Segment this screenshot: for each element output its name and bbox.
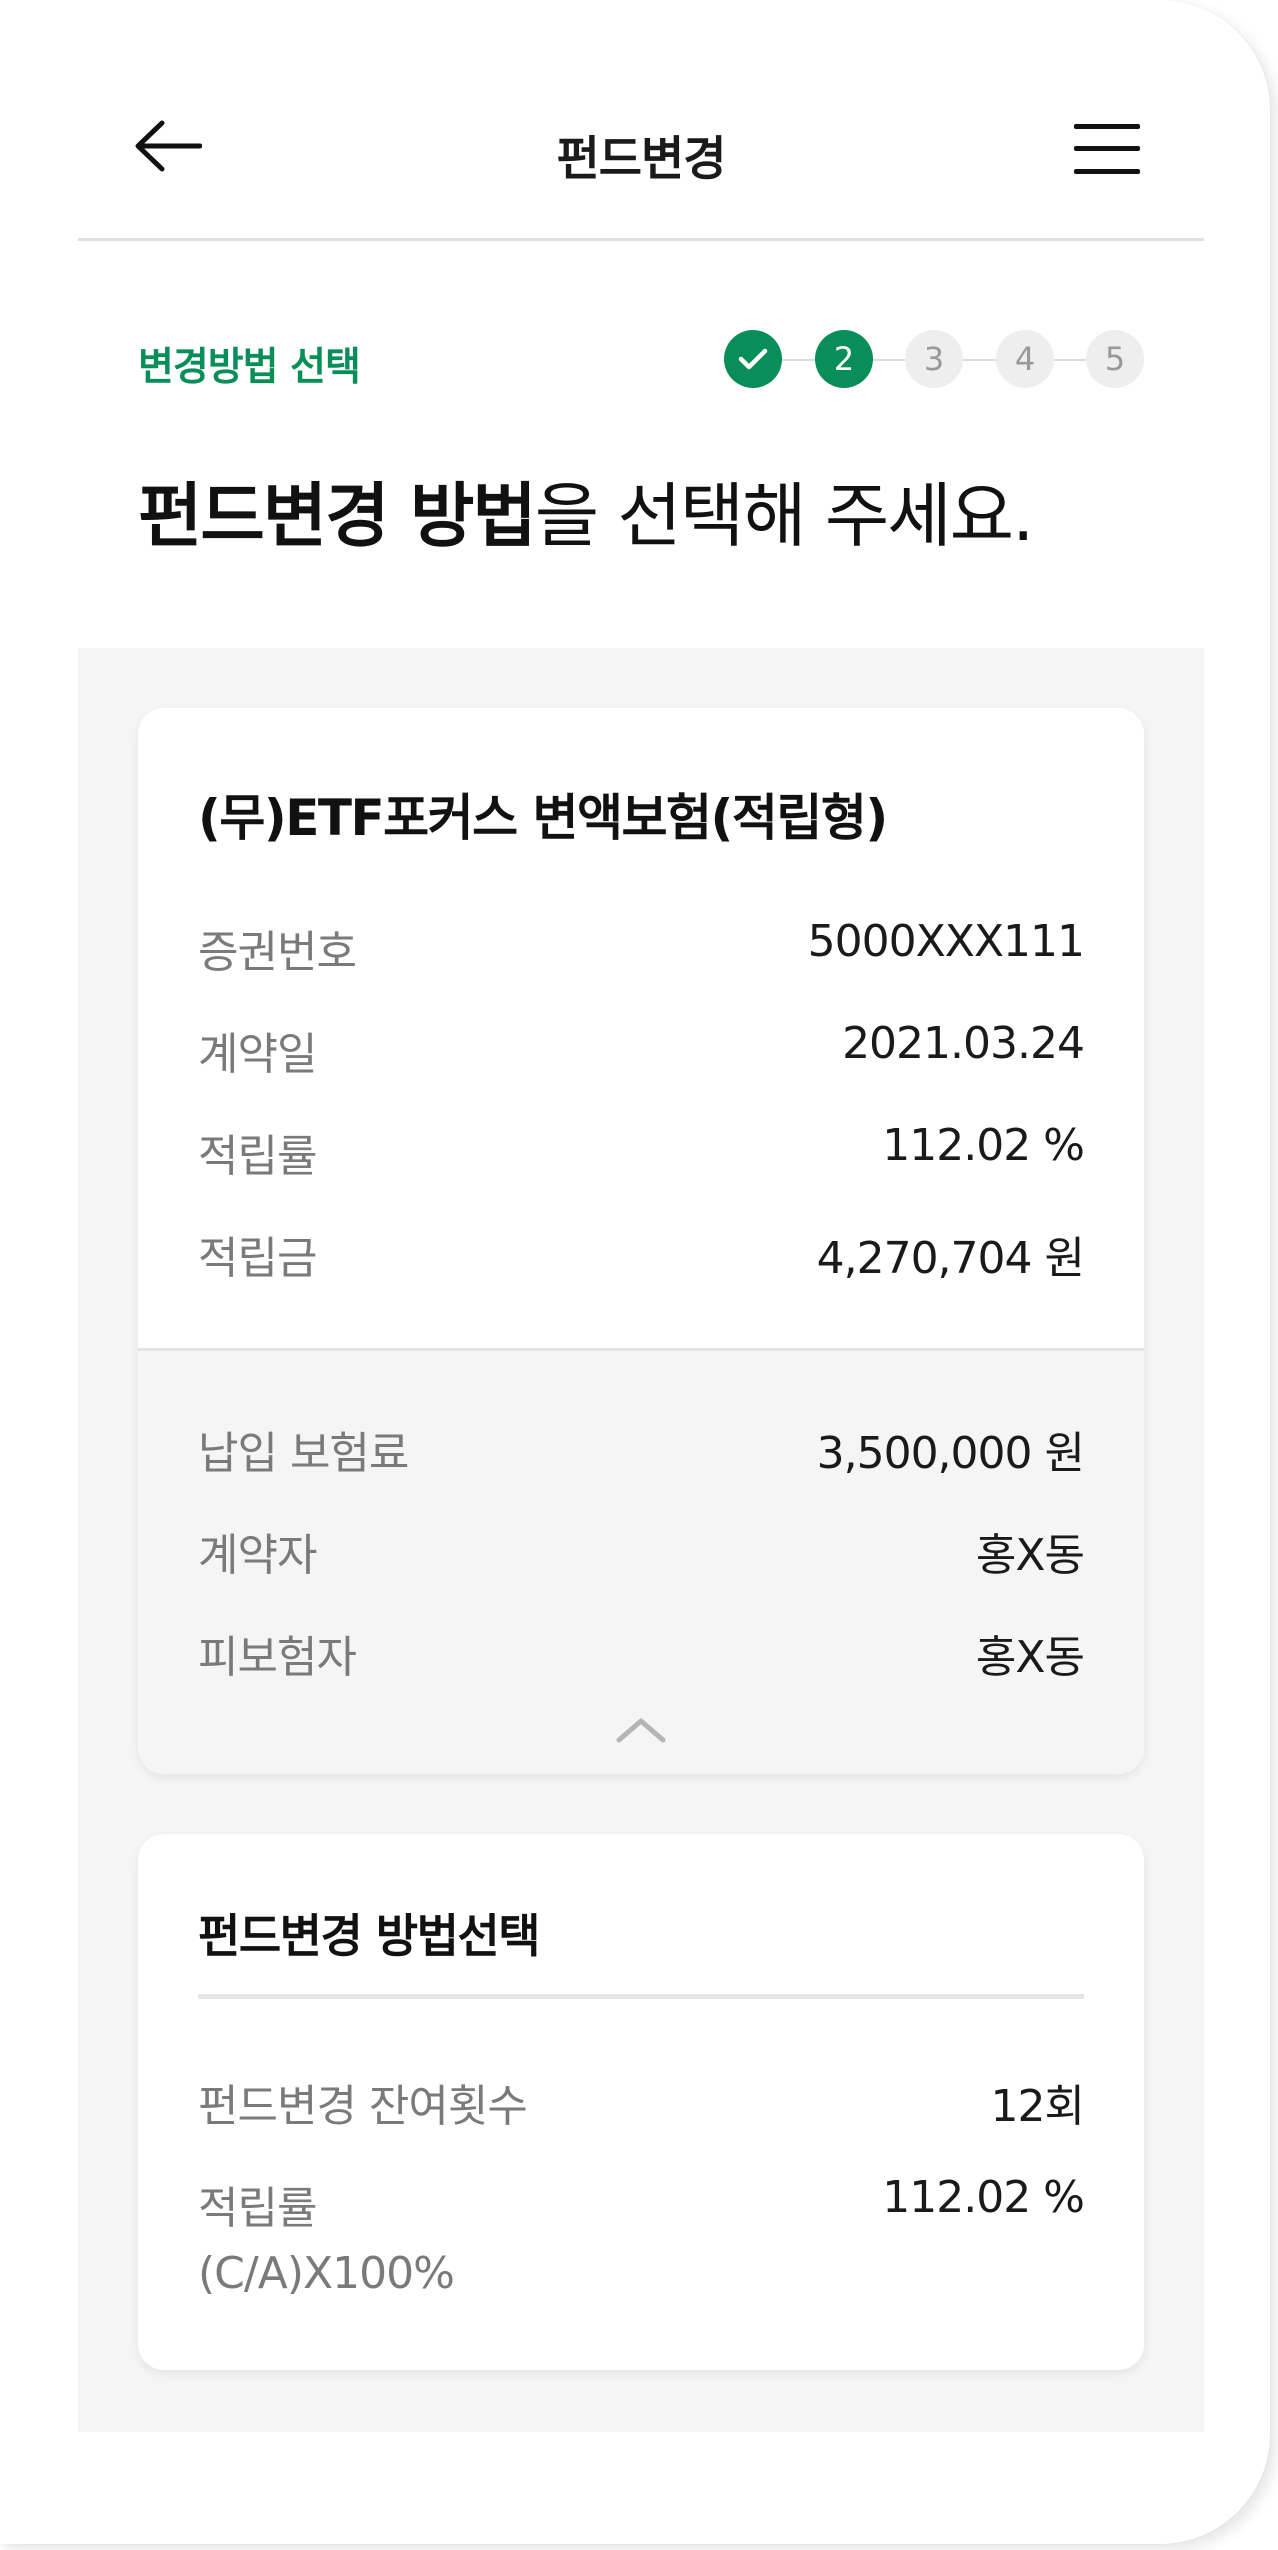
check-icon (738, 348, 768, 370)
main-heading-bold: 펀드변경 방법 (138, 475, 537, 557)
hamburger-menu-icon (1074, 124, 1140, 174)
detail-label: 계약일 (198, 1029, 317, 1080)
detail-value: 홍X동 (975, 1530, 1085, 1581)
fund-change-method-card: 펀드변경 방법선택 펀드변경 잔여횟수 12회 적립률 112.02 % (C/… (138, 1834, 1144, 2370)
current-step-label: 변경방법 선택 (138, 345, 361, 390)
detail-row-premium: 납입 보험료 3,500,000 원 (198, 1417, 1085, 1479)
page-title: 펀드변경 (556, 132, 727, 187)
detail-value: 3,500,000 원 (816, 1428, 1085, 1479)
policy-extra-details: 납입 보험료 3,500,000 원 계약자 홍X동 피보험자 홍X동 (138, 1348, 1144, 1774)
detail-label: 계약자 (198, 1530, 317, 1581)
step-4: 4 (996, 330, 1054, 388)
step-1-complete (724, 330, 782, 388)
detail-value: 5000XXX111 (807, 916, 1085, 967)
detail-row-insured: 피보험자 홍X동 (198, 1621, 1085, 1683)
detail-value: 홍X동 (975, 1632, 1085, 1683)
detail-label: 증권번호 (198, 927, 357, 978)
detail-value: 112.02 % (882, 1120, 1085, 1171)
detail-label: 적립금 (198, 1233, 317, 1284)
collapse-details-button[interactable] (613, 1715, 669, 1745)
method-label: 적립률 (198, 2183, 317, 2234)
main-heading: 펀드변경 방법을 선택해 주세요. (138, 460, 1035, 561)
policy-info-card: (무)ETF포커스 변액보험(적립형) 증권번호 5000XXX111 계약일 … (138, 708, 1144, 1774)
divider (198, 1994, 1084, 1999)
method-value: 112.02 % (882, 2172, 1085, 2223)
detail-label: 피보험자 (198, 1632, 357, 1683)
top-app-bar: 펀드변경 (78, 70, 1204, 241)
detail-row-contract-date: 계약일 2021.03.24 (198, 1018, 1085, 1080)
detail-label: 적립률 (198, 1131, 317, 1182)
chevron-up-icon (616, 1718, 666, 1743)
step-indicator: 2 3 4 5 (724, 330, 1144, 390)
step-3: 3 (905, 330, 963, 388)
detail-row-accumulated-amount: 적립금 4,270,704 원 (198, 1222, 1085, 1284)
method-row-remaining-changes: 펀드변경 잔여횟수 12회 (198, 2070, 1085, 2132)
menu-button[interactable] (1074, 124, 1140, 174)
formula-note: (C/A)X100% (198, 2248, 455, 2299)
detail-row-contractor: 계약자 홍X동 (198, 1519, 1085, 1581)
detail-row-accumulation-rate: 적립률 112.02 % (198, 1120, 1085, 1182)
step-2-current: 2 (815, 330, 873, 388)
phone-screen: 펀드변경 변경방법 선택 2 3 4 5 펀드변경 방법을 선택해 주세요. (… (0, 0, 1270, 2544)
main-heading-rest: 을 선택해 주세요. (534, 475, 1035, 557)
method-value: 12회 (990, 2081, 1085, 2132)
method-card-title: 펀드변경 방법선택 (198, 1909, 541, 1963)
detail-label: 납입 보험료 (198, 1428, 409, 1479)
method-row-accumulation-rate: 적립률 112.02 % (198, 2172, 1085, 2234)
method-label: 펀드변경 잔여횟수 (198, 2081, 528, 2132)
detail-row-policy-number: 증권번호 5000XXX111 (198, 916, 1085, 978)
policy-name: (무)ETF포커스 변액보험(적립형) (198, 789, 888, 847)
step-5: 5 (1086, 330, 1144, 388)
detail-value: 4,270,704 원 (816, 1233, 1085, 1284)
detail-value: 2021.03.24 (842, 1018, 1085, 1069)
